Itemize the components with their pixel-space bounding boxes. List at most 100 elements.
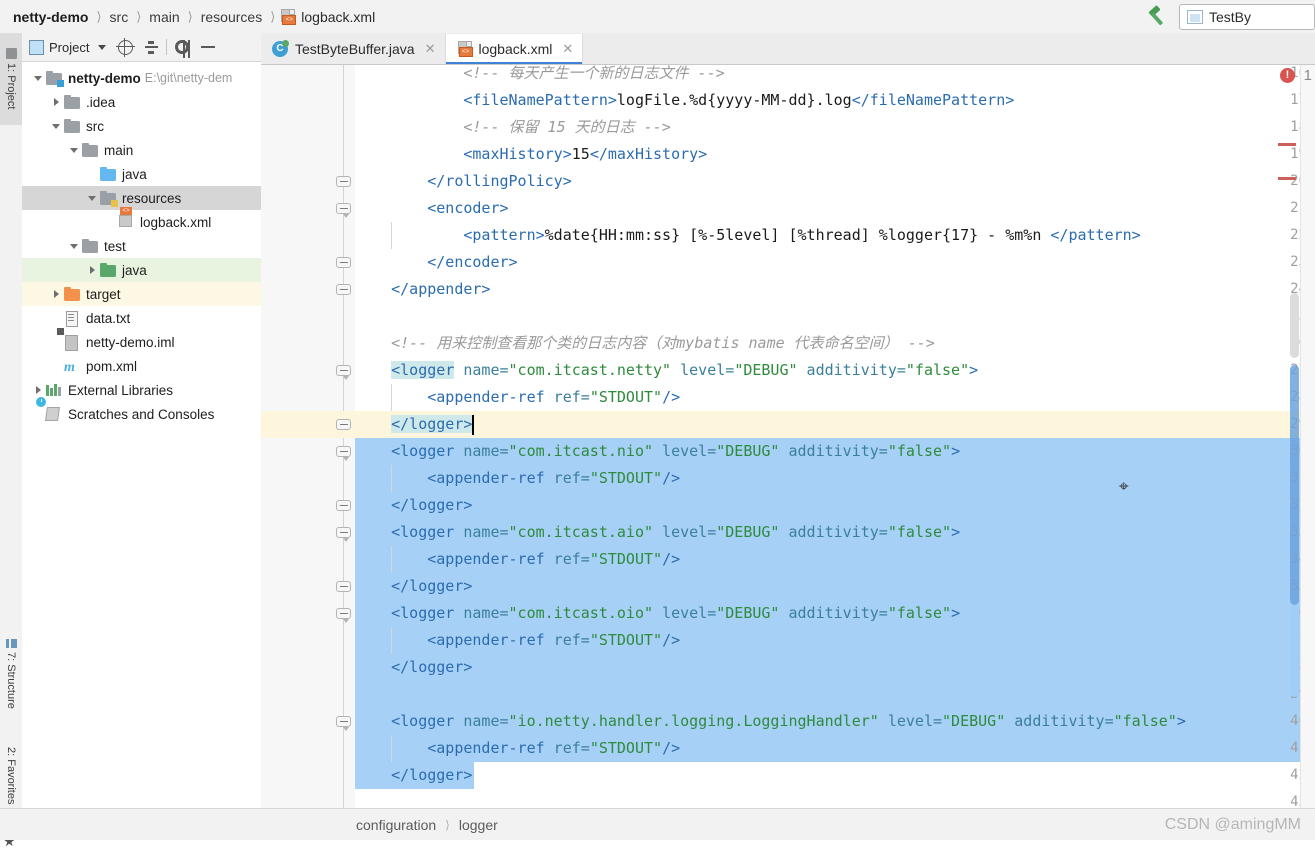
expand-arrow[interactable] [48,354,64,378]
editor-tab-logback-xml[interactable]: <> logback.xml ✕ [445,34,584,64]
expand-arrow[interactable] [102,210,118,234]
code-line[interactable]: <logger name="com.itcast.oio" level="DEB… [355,600,960,627]
tree-item--idea[interactable]: .idea [22,90,261,114]
tree-item-logback-xml[interactable]: <> logback.xml [22,206,261,234]
expand-arrow[interactable] [84,186,100,210]
code-line[interactable]: <logger name="io.netty.handler.logging.L… [355,708,1186,735]
expand-arrow[interactable] [30,66,46,90]
error-stripe-bar[interactable] [1300,65,1315,810]
code-line[interactable]: </rollingPolicy> [355,168,572,195]
chevron-down-icon[interactable] [98,44,107,50]
tree-item-label: netty-demo.iml [86,334,175,350]
fold-marker[interactable] [336,203,351,218]
hammer-icon[interactable] [1145,4,1171,29]
fold-marker[interactable] [336,419,351,430]
expand-arrow[interactable] [48,306,64,330]
tree-item-resources[interactable]: resources [22,186,261,210]
fold-marker[interactable] [336,527,351,542]
tree-item-external-libraries[interactable]: External Libraries [22,378,261,402]
code-line[interactable]: <appender-ref ref="STDOUT"/> [355,627,680,654]
fold-marker[interactable] [336,500,351,511]
expand-arrow[interactable] [48,90,64,114]
code-token-val: "false" [887,523,952,541]
expand-arrow[interactable] [84,258,100,282]
fold-marker[interactable] [336,365,351,380]
line-number: 16 [1290,65,1307,81]
fold-marker[interactable] [336,608,351,623]
tree-item-netty-demo[interactable]: netty-demo E:\git\netty-dem [22,66,261,90]
code-line[interactable]: </logger> [355,411,473,438]
code-line[interactable]: <logger name="com.itcast.aio" level="DEB… [355,519,960,546]
fold-marker[interactable] [336,581,351,592]
editor-scrollbar-track[interactable] [1290,293,1299,358]
code-line[interactable]: <fileNamePattern>logFile.%d{yyyy-MM-dd}.… [355,87,1014,114]
error-stripe-mark[interactable] [1278,177,1296,180]
code-line[interactable]: <appender-ref ref="STDOUT"/> [355,546,680,573]
code-line[interactable]: <appender-ref ref="STDOUT"/> [355,465,680,492]
expand-arrow[interactable] [66,138,82,162]
tree-item-test[interactable]: test [22,234,261,258]
code-line[interactable]: <logger name="com.itcast.netty" level="D… [355,357,978,384]
tree-item-java[interactable]: java [22,258,261,282]
code-line[interactable]: </appender> [355,276,490,303]
fold-marker[interactable] [336,176,351,187]
settings-icon[interactable] [169,34,195,60]
expand-arrow[interactable] [48,282,64,306]
code-token-val: "DEBUG" [716,523,780,541]
breadcrumb-item-resources[interactable]: resources [198,9,265,25]
tree-item-data-txt[interactable]: data.txt [22,306,261,330]
breadcrumb-item-main[interactable]: main [146,9,182,25]
editor-tab-testbytebuffer-java[interactable]: TestByteBuffer.java ✕ [261,34,446,64]
project-tree[interactable]: netty-demo E:\git\netty-dem .idea src main ja… [22,62,261,830]
tree-item-netty-demo-iml[interactable]: netty-demo.iml [22,327,261,354]
code-line[interactable]: </logger> [355,762,472,789]
code-line[interactable]: <!-- 用来控制查看那个类的日志内容（对mybatis name 代表命名空间… [355,330,935,357]
editor-scrollbar-thumb[interactable] [1290,365,1299,605]
code-line[interactable]: </logger> [355,654,472,681]
tree-item-target[interactable]: target [22,282,261,306]
locate-icon[interactable] [112,34,138,60]
status-breadcrumb-configuration[interactable]: configuration [356,817,436,833]
code-lines[interactable]: <!-- 每天产生一个新的日志文件 --> <fileNamePattern>l… [355,65,1315,810]
expand-arrow[interactable] [48,114,64,138]
tool-window-button-project[interactable]: 1: Project [0,33,22,125]
code-token-attr: additivity= [797,361,906,379]
hide-icon[interactable] [195,34,221,60]
code-line[interactable]: <pattern>%date{HH:mm:ss} [%-5level] [%th… [355,222,1140,249]
close-icon[interactable]: ✕ [425,41,436,57]
code-line[interactable]: </logger> [355,492,472,519]
code-line[interactable]: <!-- 每天产生一个新的日志文件 --> [355,65,724,87]
tree-item-pom-xml[interactable]: m pom.xml [22,354,261,378]
breadcrumb-item-project[interactable]: netty-demo [10,9,91,25]
code-line[interactable]: <appender-ref ref="STDOUT"/> [355,735,680,762]
fold-marker[interactable] [336,716,351,731]
code-line[interactable]: <maxHistory>15</maxHistory> [355,141,707,168]
breadcrumb-item-src[interactable]: src [107,9,132,25]
fold-marker[interactable] [336,257,351,268]
project-panel-title[interactable]: Project [26,39,107,55]
code-line[interactable]: <encoder> [355,195,508,222]
code-editor[interactable]: <!-- 每天产生一个新的日志文件 --> <fileNamePattern>l… [261,65,1315,810]
code-line[interactable]: <logger name="com.itcast.nio" level="DEB… [355,438,960,465]
code-line[interactable]: <!-- 保留 15 天的日志 --> [355,114,670,141]
fold-marker[interactable] [336,284,351,295]
code-line[interactable]: </logger> [355,573,472,600]
tree-item-main[interactable]: main [22,138,261,162]
code-line[interactable]: </encoder> [355,249,517,276]
code-token-val: "false" [887,442,952,460]
tree-item-scratches-and-consoles[interactable]: Scratches and Consoles [22,396,261,426]
collapse-all-icon[interactable] [138,34,164,60]
tool-window-button-structure[interactable]: 7: Structure [0,625,22,723]
expand-arrow[interactable] [84,162,100,186]
error-stripe-mark[interactable] [1278,143,1296,146]
error-icon[interactable] [1280,68,1295,83]
close-icon[interactable]: ✕ [562,41,573,57]
tree-item-java[interactable]: java [22,162,261,186]
status-breadcrumb-logger[interactable]: logger [459,817,498,833]
run-configuration-selector[interactable]: TestBy [1179,3,1315,30]
breadcrumb-item-file[interactable]: <> logback.xml [280,8,375,25]
code-line[interactable]: <appender-ref ref="STDOUT"/> [355,384,680,411]
expand-arrow[interactable] [66,234,82,258]
fold-marker[interactable] [336,446,351,461]
tree-item-src[interactable]: src [22,114,261,138]
